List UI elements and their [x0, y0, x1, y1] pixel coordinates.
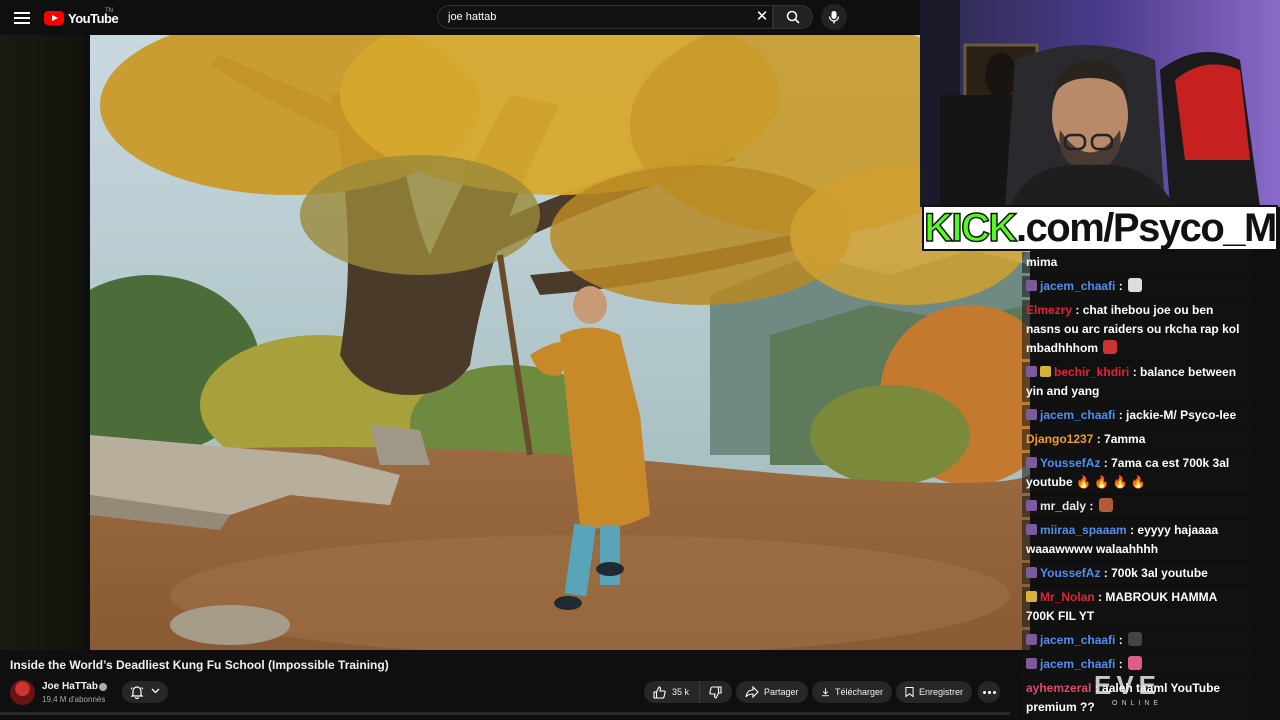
chat-text: : jackie-M/ Psyco-lee: [1115, 408, 1237, 422]
more-actions-button[interactable]: [978, 681, 1000, 703]
microphone-icon: [828, 11, 840, 24]
subscriber-badge-icon: [1026, 634, 1037, 645]
download-label: Télécharger: [834, 687, 883, 697]
chat-text: : 700k 3al youtube: [1100, 566, 1208, 580]
subscriber-badge-icon: [1026, 280, 1037, 291]
subscriber-badge-icon: [1026, 567, 1037, 578]
chat-username[interactable]: mr_daly: [1040, 499, 1086, 513]
subscriber-badge-icon: [1026, 366, 1037, 377]
crown-badge-icon: [1040, 366, 1051, 377]
webcam-streamer-image: [920, 0, 1280, 207]
chat-message: Django1237 : 7amma: [1022, 429, 1252, 450]
chat-username[interactable]: ayhemzeral: [1026, 681, 1091, 695]
search-icon: [786, 10, 800, 24]
chat-username[interactable]: jacem_chaafi: [1040, 408, 1115, 422]
chat-username[interactable]: bechir_khdiri: [1054, 365, 1129, 379]
kick-channel-url: .com/Psyco_M: [1015, 206, 1277, 250]
video-player[interactable]: [90, 35, 1030, 650]
subscriber-badge-icon: [1026, 500, 1037, 511]
eve-watermark-text: EVE: [1094, 670, 1162, 700]
chat-username[interactable]: miiraa_spaaam: [1040, 523, 1127, 537]
chat-text: mima: [1026, 255, 1058, 269]
download-icon: [822, 688, 829, 697]
crown-badge-icon: [1026, 591, 1037, 602]
chat-emote-icon: [1128, 278, 1143, 292]
chevron-down-icon: [151, 688, 160, 694]
chat-message: bechir_khdiri : balance between yin and …: [1022, 362, 1252, 402]
youtube-play-icon: [44, 11, 64, 25]
youtube-topbar: YouTube TN ✕: [0, 0, 920, 35]
eve-watermark-subtext: ONLINE: [1112, 700, 1163, 707]
chat-message: YoussefAz : 700k 3al youtube: [1022, 563, 1252, 584]
notifications-button[interactable]: [122, 681, 168, 703]
bell-icon: [130, 686, 144, 699]
chat-username[interactable]: jacem_chaafi: [1040, 657, 1115, 671]
chat-username[interactable]: Elmezry: [1026, 303, 1072, 317]
voice-search-button[interactable]: [821, 4, 847, 30]
chat-username[interactable]: Mr_Nolan: [1040, 590, 1095, 604]
chat-username[interactable]: jacem_chaafi: [1040, 279, 1115, 293]
chat-emote-icon: [1128, 632, 1143, 646]
chat-text: :: [1115, 657, 1127, 671]
hamburger-menu-icon[interactable]: [12, 8, 32, 28]
chat-message: Mr_Nolan : MABROUK HAMMA 700K FIL YT: [1022, 587, 1252, 627]
channel-avatar[interactable]: [10, 680, 35, 705]
video-title: Inside the World’s Deadliest Kung Fu Sch…: [10, 658, 389, 672]
like-count: 35 k: [672, 687, 690, 697]
chat-message: jacem_chaafi :: [1022, 276, 1252, 297]
search-input[interactable]: [448, 6, 748, 28]
kick-logo-word: KICK: [923, 206, 1018, 250]
chat-text: : 7amma: [1093, 432, 1146, 446]
like-button[interactable]: 35 k: [644, 681, 700, 703]
chat-text: :: [1115, 279, 1127, 293]
chat-text: :: [1086, 499, 1097, 513]
video-progress-bar[interactable]: [0, 712, 1010, 715]
verified-badge-icon: [99, 683, 107, 691]
subscriber-count: 19,4 M d'abonnés: [42, 695, 106, 704]
save-button[interactable]: Enregistrer: [896, 681, 972, 703]
subscriber-badge-icon: [1026, 457, 1037, 468]
chat-username[interactable]: jacem_chaafi: [1040, 633, 1115, 647]
share-button[interactable]: Partager: [736, 681, 808, 703]
thumbs-down-icon: [709, 686, 722, 699]
chat-message: Elmezry : chat ihebou joe ou ben nasns o…: [1022, 300, 1252, 359]
chat-emote-icon: [1098, 498, 1113, 512]
logo-region-code: TN: [105, 8, 113, 14]
eve-online-watermark: EVE ONLINE: [1090, 670, 1190, 710]
chat-message: YoussefAz : 7ama ca est 700k 3al youtube…: [1022, 453, 1252, 493]
chat-emote-icon: [1128, 656, 1143, 670]
bookmark-icon: [905, 687, 914, 698]
chat-username[interactable]: YoussefAz: [1040, 456, 1100, 470]
channel-name[interactable]: Joe HaTTab: [42, 681, 98, 692]
chat-text: :: [1115, 633, 1127, 647]
share-icon: [745, 686, 759, 698]
clear-search-icon[interactable]: ✕: [754, 9, 770, 25]
like-dislike-group: 35 k: [644, 681, 732, 703]
subscriber-badge-icon: [1026, 524, 1037, 535]
chat-emote-icon: [1103, 340, 1118, 354]
chat-message: jacem_chaafi :: [1022, 630, 1252, 651]
save-label: Enregistrer: [918, 687, 963, 697]
thumbs-up-icon: [653, 685, 666, 699]
dislike-button[interactable]: [700, 681, 732, 703]
chat-message: mima: [1022, 252, 1252, 273]
subscriber-badge-icon: [1026, 409, 1037, 420]
chat-message: jacem_chaafi : jackie-M/ Psyco-lee: [1022, 405, 1252, 426]
chat-username[interactable]: YoussefAz: [1040, 566, 1100, 580]
kick-channel-banner: KICK .com/Psyco_M: [922, 205, 1278, 251]
streamer-webcam: [920, 0, 1280, 207]
chat-username[interactable]: Django1237: [1026, 432, 1093, 446]
search-button[interactable]: [773, 5, 813, 29]
stream-chat-overlay: mima jacem_chaafi : Elmezry : chat ihebou…: [1022, 252, 1252, 720]
download-button[interactable]: Télécharger: [812, 681, 892, 703]
video-frame-kungfu-scene: [90, 35, 1030, 650]
share-label: Partager: [764, 687, 799, 697]
search-box[interactable]: [437, 5, 773, 29]
subscriber-badge-icon: [1026, 658, 1037, 669]
chat-message: mr_daly :: [1022, 496, 1252, 517]
chat-message: miiraa_spaaam : eyyyy hajaaaa waaawwww w…: [1022, 520, 1252, 560]
